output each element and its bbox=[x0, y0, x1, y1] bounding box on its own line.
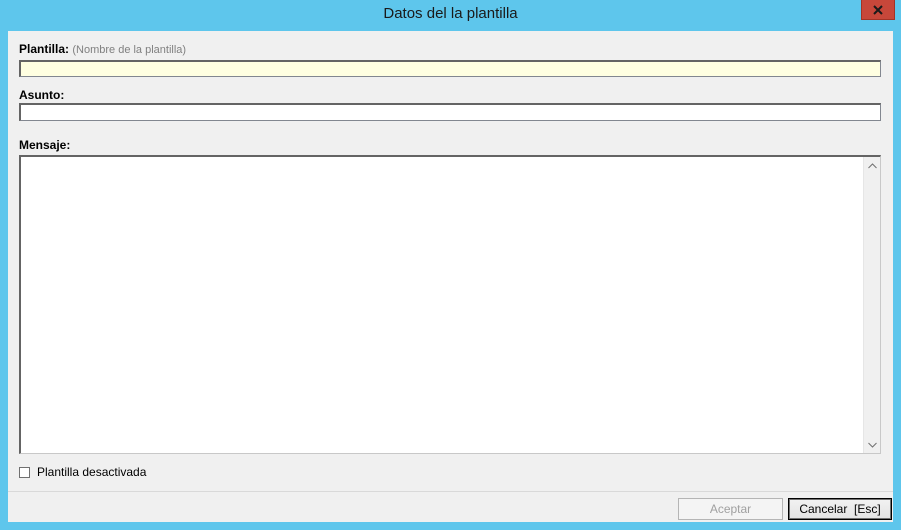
chevron-down-icon bbox=[867, 442, 877, 448]
accept-button[interactable]: Aceptar bbox=[678, 498, 783, 520]
window-title: Datos del la plantilla bbox=[383, 5, 518, 22]
footer-separator bbox=[8, 491, 893, 492]
template-label-row: Plantilla: (Nombre de la plantilla) bbox=[19, 42, 186, 56]
title-bar[interactable]: Datos del la plantilla bbox=[0, 0, 901, 30]
chevron-up-icon bbox=[867, 162, 877, 168]
subject-input[interactable] bbox=[19, 103, 881, 121]
template-name-input[interactable] bbox=[19, 60, 881, 77]
template-disabled-checkbox[interactable] bbox=[19, 466, 30, 478]
cancel-button-label: Cancelar [Esc] bbox=[799, 502, 881, 516]
accept-button-label: Aceptar bbox=[709, 502, 752, 516]
template-hint: (Nombre de la plantilla) bbox=[72, 44, 187, 56]
close-button[interactable] bbox=[861, 0, 895, 20]
scroll-down-button[interactable] bbox=[864, 436, 880, 453]
message-textarea[interactable] bbox=[21, 157, 864, 453]
dialog-window: Datos del la plantilla Plantilla: (Nombr… bbox=[0, 0, 901, 530]
dialog-content: Plantilla: (Nombre de la plantilla) Asun… bbox=[8, 31, 893, 522]
message-label: Mensaje: bbox=[19, 138, 71, 152]
template-label: Plantilla: bbox=[19, 42, 70, 56]
cancel-button[interactable]: Cancelar [Esc] bbox=[788, 498, 892, 520]
close-icon bbox=[873, 4, 883, 15]
message-scrollbar[interactable] bbox=[863, 157, 880, 453]
subject-label: Asunto: bbox=[19, 88, 65, 102]
scroll-up-button[interactable] bbox=[864, 157, 880, 174]
message-box bbox=[19, 155, 881, 454]
template-disabled-checkbox-row[interactable]: Plantilla desactivada bbox=[19, 464, 146, 480]
template-disabled-label: Plantilla desactivada bbox=[37, 465, 147, 479]
